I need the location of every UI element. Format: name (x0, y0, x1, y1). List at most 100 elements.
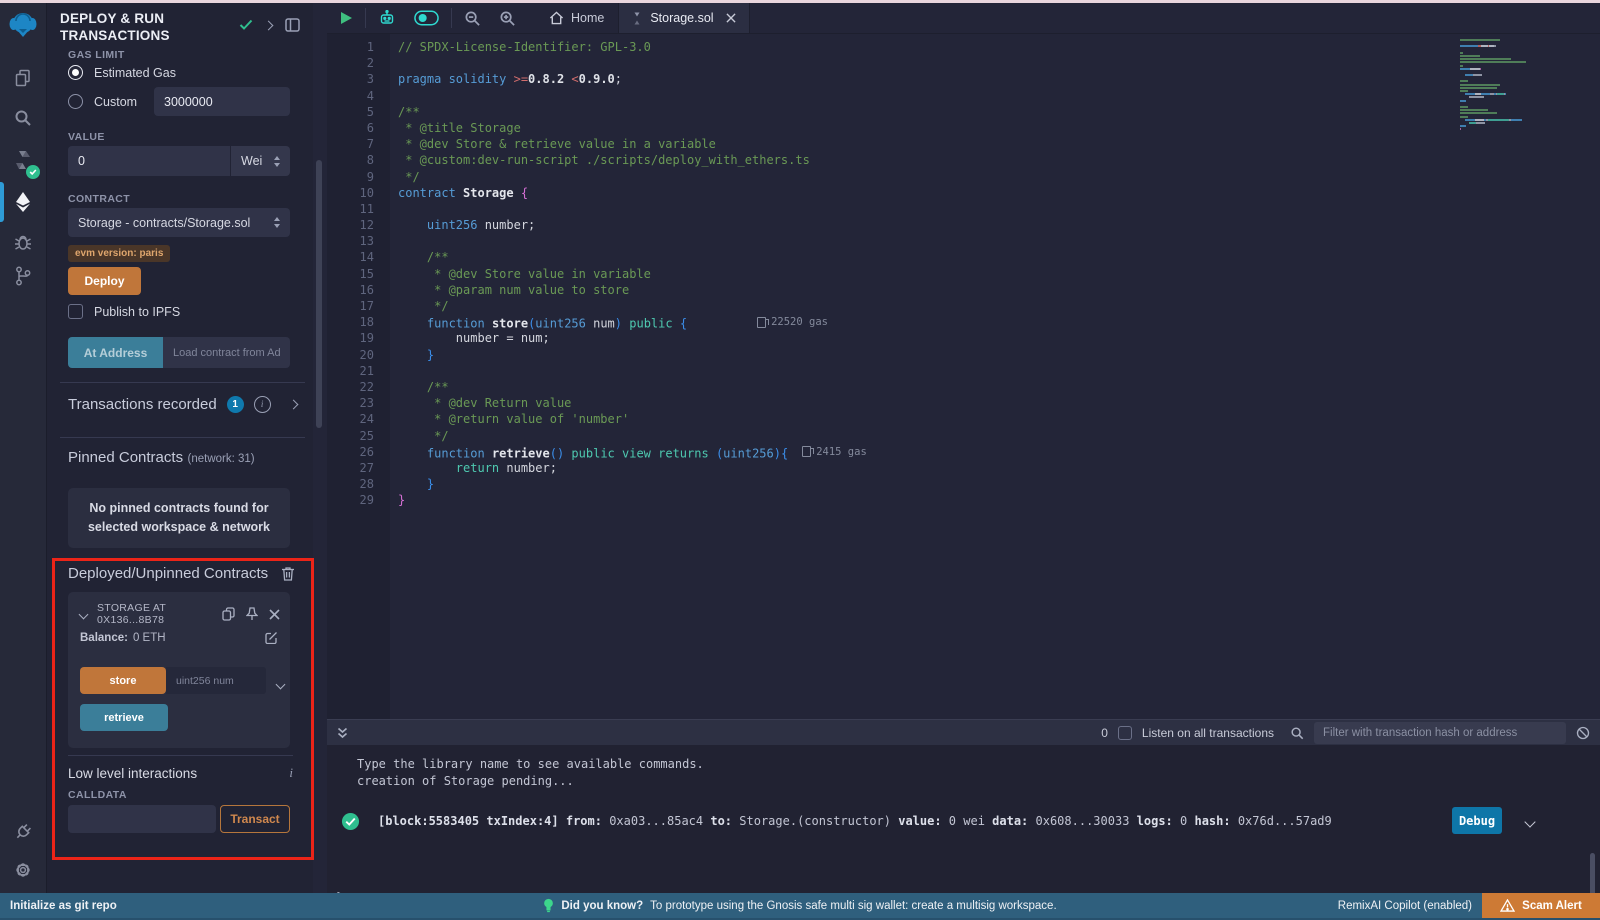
code-line[interactable]: 7 * @dev Store & retrieve value in a var… (327, 136, 1600, 152)
publish-ipfs-checkbox[interactable] (68, 304, 83, 319)
scam-alert-button[interactable]: Scam Alert (1482, 893, 1600, 918)
transaction-log-row[interactable]: [block:5583405 txIndex:4] from: 0xa03...… (341, 805, 1530, 837)
pin-panel-icon[interactable] (283, 17, 301, 33)
copy-address-icon[interactable] (222, 607, 235, 621)
code-line[interactable]: 11 (327, 201, 1600, 217)
line-number[interactable]: 28 (327, 476, 390, 492)
store-function-button[interactable]: store (80, 667, 166, 694)
line-number[interactable]: 11 (327, 201, 390, 217)
line-number[interactable]: 27 (327, 460, 390, 476)
line-number[interactable]: 4 (327, 88, 390, 104)
file-explorer-icon[interactable] (0, 61, 46, 95)
collapse-terminal-icon[interactable] (337, 727, 348, 739)
settings-icon[interactable] (0, 853, 46, 887)
line-number[interactable]: 10 (327, 185, 390, 201)
code-line[interactable]: 22 /** (327, 379, 1600, 395)
publish-ipfs-option[interactable]: Publish to IPFS (68, 304, 180, 319)
code-line[interactable]: 20 } (327, 347, 1600, 363)
line-number[interactable]: 16 (327, 282, 390, 298)
line-number[interactable]: 23 (327, 395, 390, 411)
terminal-filter-input[interactable] (1314, 722, 1566, 744)
transact-button[interactable]: Transact (220, 805, 290, 833)
git-init-button[interactable]: Initialize as git repo (0, 900, 117, 912)
tab-home[interactable]: Home (535, 3, 618, 33)
code-line[interactable]: 24 * @return value of 'number' (327, 411, 1600, 427)
line-number[interactable]: 22 (327, 379, 390, 395)
expand-transactions-icon[interactable] (290, 395, 297, 413)
code-line[interactable]: 1// SPDX-License-Identifier: GPL-3.0 (327, 39, 1600, 55)
line-number[interactable]: 21 (327, 363, 390, 379)
line-number[interactable]: 5 (327, 104, 390, 120)
contract-select[interactable]: Storage - contracts/Storage.sol (68, 208, 290, 237)
line-number[interactable]: 13 (327, 233, 390, 249)
line-number[interactable]: 14 (327, 249, 390, 265)
line-number[interactable]: 9 (327, 169, 390, 185)
contract-instance-row[interactable]: STORAGE AT 0X136...8B78 (80, 602, 280, 626)
code-line[interactable]: 27 return number; (327, 460, 1600, 476)
code-line[interactable]: 9 */ (327, 169, 1600, 185)
code-line[interactable]: 25 */ (327, 428, 1600, 444)
remix-logo[interactable] (7, 9, 39, 41)
value-unit-select[interactable]: Wei (231, 146, 290, 176)
code-line[interactable]: 21 (327, 363, 1600, 379)
edit-balance-icon[interactable] (265, 631, 278, 644)
gas-limit-input[interactable] (154, 87, 290, 116)
line-number[interactable]: 29 (327, 492, 390, 508)
chevron-right-icon[interactable] (259, 17, 277, 33)
calldata-input[interactable] (68, 805, 216, 833)
at-address-button[interactable]: At Address (68, 337, 163, 368)
line-number[interactable]: 19 (327, 330, 390, 346)
deploy-button[interactable]: Deploy (68, 267, 141, 295)
deploy-run-icon[interactable] (0, 185, 46, 219)
panel-scrollbar[interactable] (316, 160, 322, 428)
copilot-toggle[interactable] (405, 3, 448, 33)
listen-all-checkbox[interactable] (1118, 726, 1132, 740)
minimap[interactable] (1460, 39, 1570, 131)
code-line[interactable]: 12 uint256 number; (327, 217, 1600, 233)
expand-args-icon[interactable] (277, 675, 284, 693)
retrieve-function-button[interactable]: retrieve (80, 704, 168, 731)
debug-button[interactable]: Debug (1452, 807, 1502, 834)
expand-log-icon[interactable] (1526, 815, 1534, 829)
store-args-input[interactable] (166, 667, 266, 694)
terminal-output[interactable]: Type the library name to see available c… (327, 745, 1600, 893)
run-script-icon[interactable] (327, 3, 362, 33)
info-icon[interactable]: i (289, 765, 293, 781)
line-number[interactable]: 2 (327, 55, 390, 71)
line-number[interactable]: 3 (327, 71, 390, 87)
clear-console-icon[interactable] (1576, 726, 1590, 740)
code-line[interactable]: 6 * @title Storage (327, 120, 1600, 136)
line-number[interactable]: 8 (327, 152, 390, 168)
plugin-manager-icon[interactable] (0, 815, 46, 849)
code-line[interactable]: 16 * @param num value to store (327, 282, 1600, 298)
custom-gas-radio[interactable] (68, 94, 83, 109)
remove-contract-icon[interactable] (269, 609, 280, 620)
line-number[interactable]: 17 (327, 298, 390, 314)
search-icon[interactable] (0, 101, 46, 135)
line-number[interactable]: 26 (327, 444, 390, 460)
copilot-status[interactable]: RemixAI Copilot (enabled) (1338, 893, 1472, 918)
code-line[interactable]: 5/** (327, 104, 1600, 120)
code-line[interactable]: 3pragma solidity >=0.8.2 <0.9.0; (327, 71, 1600, 87)
info-icon[interactable]: i (254, 396, 271, 413)
code-line[interactable]: 23 * @dev Return value (327, 395, 1600, 411)
estimated-gas-option[interactable]: Estimated Gas (68, 65, 176, 80)
code-line[interactable]: 19 number = num; (327, 330, 1600, 346)
zoom-in-icon[interactable] (490, 3, 525, 33)
at-address-input[interactable] (163, 337, 290, 368)
line-number[interactable]: 1 (327, 39, 390, 55)
custom-gas-option[interactable]: Custom (68, 94, 137, 109)
search-terminal-icon[interactable] (1290, 726, 1304, 740)
code-line[interactable]: 2 (327, 55, 1600, 71)
debugger-icon[interactable] (0, 225, 46, 259)
collapse-contract-icon[interactable] (80, 605, 87, 623)
zoom-out-icon[interactable] (455, 3, 490, 33)
line-number[interactable]: 24 (327, 411, 390, 427)
line-number[interactable]: 25 (327, 428, 390, 444)
ai-copilot-icon[interactable] (369, 3, 405, 33)
line-number[interactable]: 7 (327, 136, 390, 152)
trash-icon[interactable] (281, 566, 295, 581)
code-line[interactable]: 15 * @dev Store value in variable (327, 266, 1600, 282)
close-tab-icon[interactable] (726, 13, 736, 23)
code-editor[interactable]: 1// SPDX-License-Identifier: GPL-3.023pr… (327, 39, 1600, 719)
